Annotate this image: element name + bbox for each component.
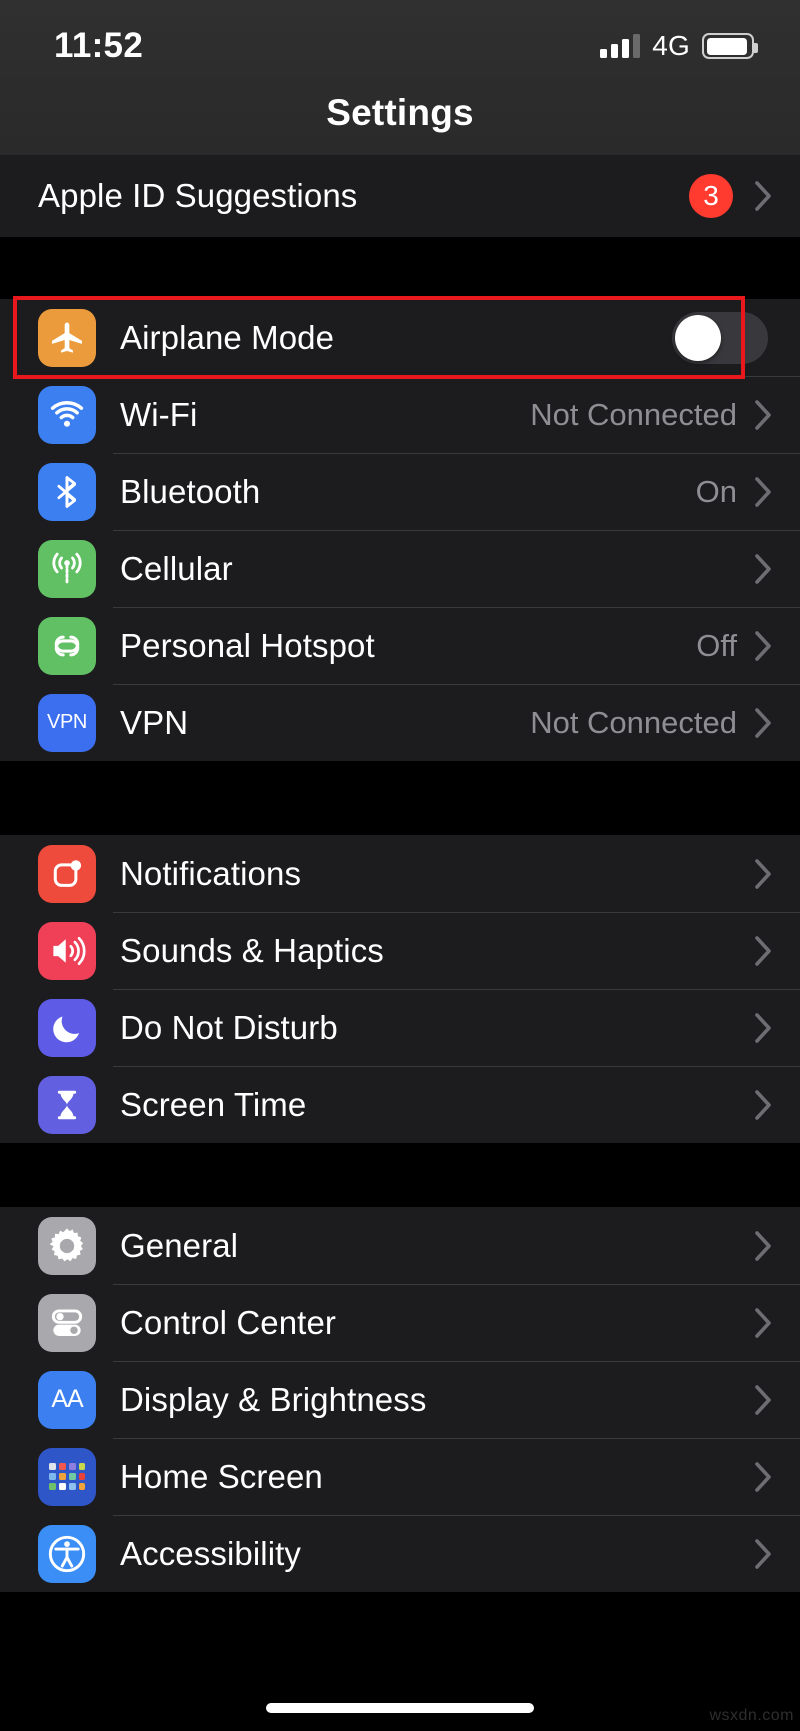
vpn-icon: VPN [38,693,96,752]
section-gap [0,237,800,299]
home-screen-grid-icon [38,1447,96,1506]
hourglass-icon [38,1075,96,1134]
row-cellular[interactable]: Cellular [0,530,800,607]
row-label: Notifications [120,854,302,892]
notifications-icon [38,844,96,903]
chevron-right-icon [755,630,772,661]
chevron-right-icon [755,1384,772,1415]
row-airplane-mode[interactable]: Airplane Mode [0,299,800,376]
section-alerts: Notifications Sounds & Haptics Do Not Di… [0,835,800,1143]
section-gap [0,761,800,835]
row-value: Off [696,627,737,663]
row-label: Cellular [120,549,233,587]
chevron-right-icon [755,1538,772,1569]
chevron-right-icon [755,399,772,430]
row-label: Do Not Disturb [120,1008,338,1046]
accessibility-icon [38,1524,96,1583]
navigation-bar: Settings [0,92,800,155]
section-connectivity: Airplane Mode Wi-Fi Not Connected Blueto… [0,296,800,761]
row-notifications[interactable]: Notifications [0,835,800,912]
row-label: General [120,1226,239,1264]
chevron-right-icon [755,1461,772,1492]
row-label: Airplane Mode [120,318,335,356]
display-aa-icon: AA [38,1370,96,1429]
row-label: Accessibility [120,1534,302,1572]
row-value: Not Connected [530,704,737,740]
home-indicator[interactable] [266,1703,534,1713]
airplane-icon [38,308,96,367]
section-system: General Control Center AA Display & Brig… [0,1207,800,1592]
row-label: Sounds & Haptics [120,931,384,969]
chevron-right-icon [755,476,772,507]
signal-bars-icon [600,34,641,58]
moon-icon [38,998,96,1057]
status-badge: 3 [689,174,733,218]
wifi-icon [38,385,96,444]
row-label: Home Screen [120,1457,323,1495]
chevron-right-icon [755,1012,772,1043]
row-personal-hotspot[interactable]: Personal Hotspot Off [0,607,800,684]
status-bar: 11:52 4G [0,0,800,92]
row-value: On [695,473,737,509]
airplane-mode-toggle[interactable] [672,311,768,364]
hotspot-link-icon [38,616,96,675]
status-bar-indicators: 4G [600,30,758,62]
row-label: Display & Brightness [120,1380,427,1418]
row-label: Control Center [120,1303,336,1341]
watermark: wsxdn.com [709,1707,794,1724]
control-center-toggles-icon [38,1293,96,1352]
bluetooth-icon [38,462,96,521]
row-wifi[interactable]: Wi-Fi Not Connected [0,376,800,453]
row-label: Personal Hotspot [120,626,375,664]
row-sounds-haptics[interactable]: Sounds & Haptics [0,912,800,989]
chevron-right-icon [755,858,772,889]
row-accessibility[interactable]: Accessibility [0,1515,800,1592]
chevron-right-icon [755,553,772,584]
page-title: Settings [326,92,474,133]
row-home-screen[interactable]: Home Screen [0,1438,800,1515]
cellular-antenna-icon [38,539,96,598]
gear-icon [38,1216,96,1275]
row-label: Bluetooth [120,472,261,510]
row-apple-id-suggestions[interactable]: Apple ID Suggestions 3 [0,155,800,237]
row-label: Screen Time [120,1085,307,1123]
row-vpn[interactable]: VPN VPN Not Connected [0,684,800,761]
chevron-right-icon [755,1230,772,1261]
section-suggestions: Apple ID Suggestions 3 [0,155,800,237]
row-control-center[interactable]: Control Center [0,1284,800,1361]
chevron-right-icon [755,935,772,966]
battery-icon [702,33,758,59]
chevron-right-icon [755,1089,772,1120]
sounds-speaker-icon [38,921,96,980]
chevron-right-icon [755,707,772,738]
row-label: VPN [120,703,189,741]
iphone-settings-screen: 11:52 4G Settings Apple ID Suggestions 3 [0,0,800,1731]
row-do-not-disturb[interactable]: Do Not Disturb [0,989,800,1066]
chevron-right-icon [755,181,772,211]
row-bluetooth[interactable]: Bluetooth On [0,453,800,530]
row-label: Wi-Fi [120,395,198,433]
status-bar-clock: 11:52 [54,26,144,65]
row-display-brightness[interactable]: AA Display & Brightness [0,1361,800,1438]
row-label: Apple ID Suggestions [38,177,358,214]
chevron-right-icon [755,1307,772,1338]
section-gap [0,1143,800,1207]
network-type-label: 4G [652,30,690,61]
row-general[interactable]: General [0,1207,800,1284]
row-screen-time[interactable]: Screen Time [0,1066,800,1143]
row-value: Not Connected [530,396,737,432]
